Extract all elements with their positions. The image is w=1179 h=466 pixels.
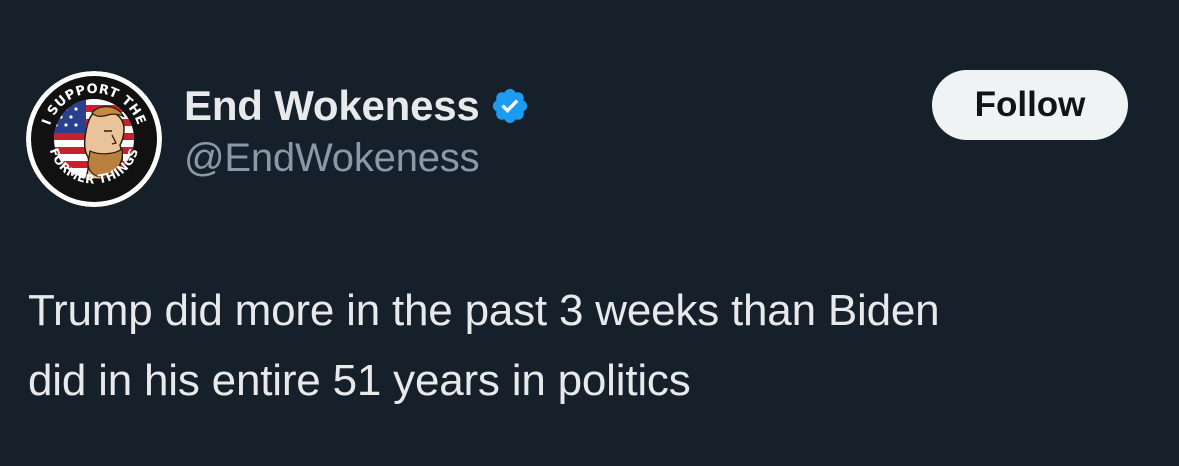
display-name[interactable]: End Wokeness [184, 82, 480, 130]
follow-button[interactable]: Follow [932, 70, 1128, 140]
tweet-text: Trump did more in the past 3 weeks than … [28, 286, 940, 405]
avatar[interactable]: I SUPPORT THE FORMER THINGS [26, 71, 162, 207]
verified-badge-icon[interactable] [490, 86, 530, 126]
author-name-row: End Wokeness [184, 80, 530, 132]
author-handle[interactable]: @EndWokeness [184, 136, 480, 181]
support-former-things-logo-icon: I SUPPORT THE FORMER THINGS [26, 71, 162, 207]
tweet-card: I SUPPORT THE FORMER THINGS End Wokeness… [0, 0, 1179, 466]
